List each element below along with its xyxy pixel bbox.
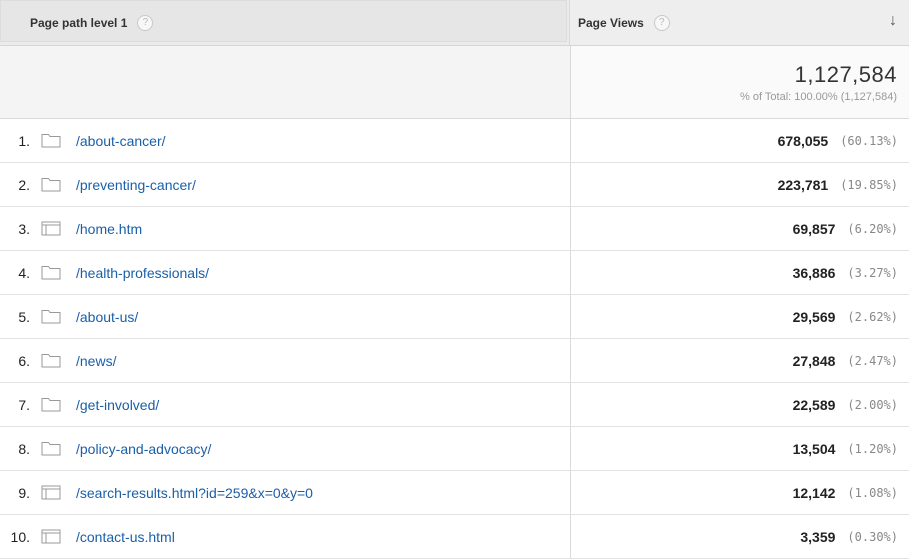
metric-cell: 29,569 (2.62%) <box>571 295 909 338</box>
row-rank: 6. <box>18 352 30 369</box>
dimension-cell: 3. /home.htm <box>0 207 571 250</box>
dimension-cell: 5. /about-us/ <box>0 295 571 338</box>
table-row: 2. /preventing-cancer/223,781 (19.85%) <box>0 163 909 207</box>
page-views-percent: (1.08%) <box>847 485 898 500</box>
table-row: 5. /about-us/29,569 (2.62%) <box>0 295 909 339</box>
metric-cell: 223,781 (19.85%) <box>571 163 909 206</box>
totals-row: 1,127,584 % of Total: 100.00% (1,127,584… <box>0 46 909 119</box>
page-path-link[interactable]: /get-involved/ <box>76 397 159 413</box>
page-views-value: 223,781 <box>777 176 829 193</box>
page-views-percent: (3.27%) <box>847 265 898 280</box>
help-icon[interactable]: ? <box>653 14 670 31</box>
page-views-value: 36,886 <box>792 264 836 281</box>
page-views-value: 27,848 <box>792 352 836 369</box>
totals-value-cell: 1,127,584 % of Total: 100.00% (1,127,584… <box>571 46 909 118</box>
page-views-percent: (2.47%) <box>847 353 898 368</box>
dimension-cell: 4. /health-professionals/ <box>0 251 571 294</box>
metric-cell: 12,142 (1.08%) <box>571 471 909 514</box>
page-path-link[interactable]: /news/ <box>76 353 116 369</box>
dimension-header-content: Page path level 1 ? <box>30 14 154 31</box>
table-row: 9. /search-results.html?id=259&x=0&y=0 12,… <box>0 471 909 515</box>
metric-header[interactable]: Page Views ? ↓ <box>570 0 909 45</box>
page-icon <box>41 485 63 501</box>
table-row: 10. /contact-us.html 3,359 (0.30%) <box>0 515 909 559</box>
folder-icon <box>41 133 63 149</box>
page-views-value: 3,359 <box>800 528 836 545</box>
dimension-cell: 1. /about-cancer/ <box>0 119 571 162</box>
dimension-header[interactable]: Page path level 1 ? <box>0 0 570 45</box>
table-row: 1. /about-cancer/678,055 (60.13%) <box>0 119 909 163</box>
page-views-percent: (19.85%) <box>840 177 898 192</box>
page-path-link[interactable]: /search-results.html?id=259&x=0&y=0 <box>76 485 313 501</box>
folder-icon <box>41 177 63 193</box>
page-views-value: 29,569 <box>792 308 836 325</box>
table-row: 4. /health-professionals/36,886 (3.27%) <box>0 251 909 295</box>
metric-cell: 22,589 (2.00%) <box>571 383 909 426</box>
dimension-cell: 2. /preventing-cancer/ <box>0 163 571 206</box>
row-rank: 9. <box>18 484 30 501</box>
page-views-value: 13,504 <box>792 440 836 457</box>
dimension-cell: 8. /policy-and-advocacy/ <box>0 427 571 470</box>
metric-cell: 69,857 (6.20%) <box>571 207 909 250</box>
totals-label-cell <box>0 46 571 118</box>
row-rank: 2. <box>18 176 30 193</box>
row-rank: 4. <box>18 264 30 281</box>
page-icon <box>41 221 63 237</box>
row-rank: 7. <box>18 396 30 413</box>
page-views-percent: (2.62%) <box>847 309 898 324</box>
metric-cell: 13,504 (1.20%) <box>571 427 909 470</box>
dimension-cell: 9. /search-results.html?id=259&x=0&y=0 <box>0 471 571 514</box>
metric-cell: 36,886 (3.27%) <box>571 251 909 294</box>
page-path-link[interactable]: /preventing-cancer/ <box>76 177 196 193</box>
page-views-percent: (60.13%) <box>840 133 898 148</box>
page-views-percent: (0.30%) <box>847 529 898 544</box>
table-row: 3. /home.htm 69,857 (6.20%) <box>0 207 909 251</box>
row-rank: 1. <box>18 132 30 149</box>
table-body: 1. /about-cancer/678,055 (60.13%) 2. /preven… <box>0 119 909 559</box>
folder-icon <box>41 353 63 369</box>
help-icon[interactable]: ? <box>137 14 154 31</box>
total-percent: % of Total: 100.00% (1,127,584) <box>740 91 897 103</box>
folder-icon <box>41 441 63 457</box>
page-path-link[interactable]: /about-us/ <box>76 309 138 325</box>
folder-icon <box>41 397 63 413</box>
dimension-cell: 7. /get-involved/ <box>0 383 571 426</box>
report-table: Page path level 1 ? Page Views ? ↓ 1,127… <box>0 0 909 559</box>
page-path-link[interactable]: /policy-and-advocacy/ <box>76 441 211 457</box>
page-views-value: 22,589 <box>792 396 836 413</box>
dimension-cell: 10. /contact-us.html <box>0 515 571 558</box>
dimension-cell: 6. /news/ <box>0 339 571 382</box>
metric-header-label: Page Views <box>578 15 644 30</box>
page-path-link[interactable]: /about-cancer/ <box>76 133 166 149</box>
row-rank: 5. <box>18 308 30 325</box>
total-page-views: 1,127,584 <box>794 62 897 87</box>
page-path-link[interactable]: /health-professionals/ <box>76 265 209 281</box>
folder-icon <box>41 265 63 281</box>
metric-cell: 3,359 (0.30%) <box>571 515 909 558</box>
page-views-value: 69,857 <box>792 220 836 237</box>
table-row: 8. /policy-and-advocacy/13,504 (1.20%) <box>0 427 909 471</box>
page-views-percent: (1.20%) <box>847 441 898 456</box>
table-row: 7. /get-involved/22,589 (2.00%) <box>0 383 909 427</box>
row-rank: 3. <box>18 220 30 237</box>
page-views-percent: (6.20%) <box>847 221 898 236</box>
row-rank: 8. <box>18 440 30 457</box>
metric-cell: 678,055 (60.13%) <box>571 119 909 162</box>
page-path-link[interactable]: /contact-us.html <box>76 529 175 545</box>
page-views-value: 12,142 <box>792 484 836 501</box>
page-views-value: 678,055 <box>777 132 829 149</box>
dimension-header-label: Page path level 1 <box>30 15 128 30</box>
row-rank: 10. <box>10 528 30 545</box>
table-header: Page path level 1 ? Page Views ? ↓ <box>0 0 909 46</box>
sort-descending-icon[interactable]: ↓ <box>889 12 897 30</box>
page-views-percent: (2.00%) <box>847 397 898 412</box>
metric-cell: 27,848 (2.47%) <box>571 339 909 382</box>
table-row: 6. /news/27,848 (2.47%) <box>0 339 909 383</box>
page-icon <box>41 529 63 545</box>
page-path-link[interactable]: /home.htm <box>76 221 142 237</box>
folder-icon <box>41 309 63 325</box>
